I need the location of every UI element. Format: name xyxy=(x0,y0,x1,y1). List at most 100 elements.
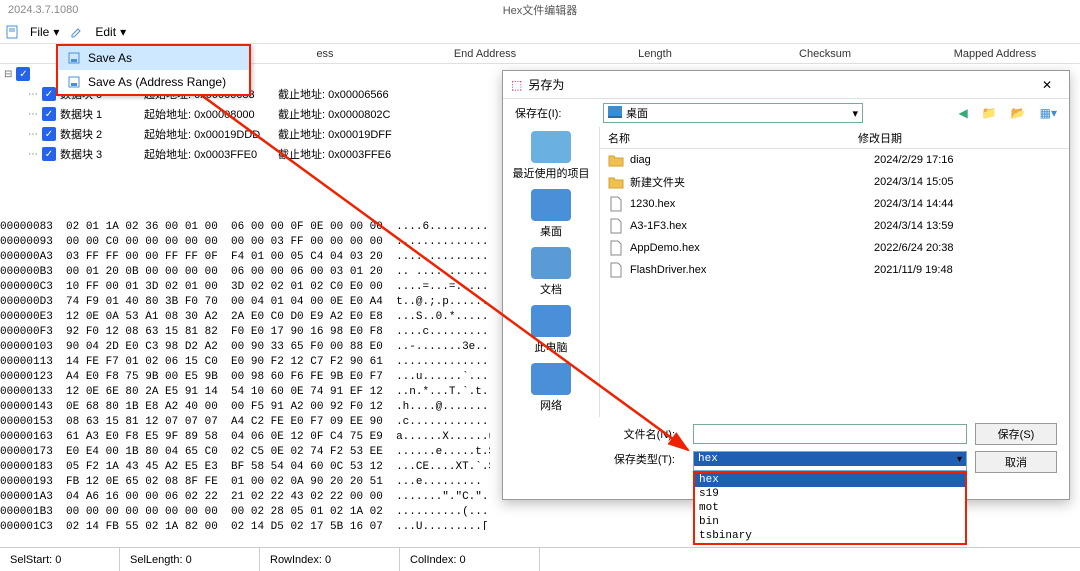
save-as-dialog: ⬚ 另存为 ✕ 保存在(I): 桌面 ▾ ◀ 📁 📂 ▦▾ 最近使用的项目 桌面 xyxy=(502,70,1070,500)
filename-input[interactable] xyxy=(693,424,967,444)
tree-row[interactable]: ⋯✓数据块 1起始地址: 0x00008000截止地址: 0x0000802C xyxy=(0,104,480,124)
block-label: 数据块 2 xyxy=(60,126,140,142)
side-desktop[interactable]: 桌面 xyxy=(531,189,571,239)
filetype-label: 保存类型(T): xyxy=(515,451,685,467)
cancel-button[interactable]: 取消 xyxy=(975,451,1057,473)
new-folder-icon[interactable]: 📂 xyxy=(1011,106,1026,120)
dialog-titlebar[interactable]: ⬚ 另存为 ✕ xyxy=(503,71,1069,99)
file-icon xyxy=(4,24,20,40)
side-pc[interactable]: 此电脑 xyxy=(531,305,571,355)
close-button[interactable]: ✕ xyxy=(1033,75,1061,95)
save-as-item[interactable]: Save As xyxy=(58,46,249,70)
file-date: 2024/3/14 15:05 xyxy=(874,176,954,188)
file-name: AppDemo.hex xyxy=(630,242,874,254)
file-row[interactable]: diag2024/2/29 17:16 xyxy=(600,149,1069,171)
save-as-range-label: Save As (Address Range) xyxy=(88,75,226,89)
save-button[interactable]: 保存(S) xyxy=(975,423,1057,445)
filetype-value: hex xyxy=(694,452,966,466)
version-label: 2024.3.7.1080 xyxy=(8,4,78,16)
folder-icon xyxy=(608,175,624,189)
status-sellength: SelLength: 0 xyxy=(120,548,260,571)
side-docs[interactable]: 文档 xyxy=(531,247,571,297)
dialog-sidebar: 最近使用的项目 桌面 文档 此电脑 网络 xyxy=(503,127,599,417)
nav-back-icon[interactable]: ◀ xyxy=(958,106,967,120)
filetype-option[interactable]: hex xyxy=(695,473,965,487)
file-row[interactable]: 新建文件夹2024/3/14 15:05 xyxy=(600,171,1069,193)
block-label: 数据块 1 xyxy=(60,106,140,122)
file-date: 2021/11/9 19:48 xyxy=(874,264,953,276)
save-in-label: 保存在(I): xyxy=(515,105,595,121)
status-selstart: SelStart: 0 xyxy=(0,548,120,571)
status-rowindex: RowIndex: 0 xyxy=(260,548,400,571)
tree-row[interactable]: ⋯✓数据块 2起始地址: 0x00019DDD截止地址: 0x00019DFF xyxy=(0,124,480,144)
save-in-value: 桌面 xyxy=(626,105,648,121)
file-icon xyxy=(608,219,624,233)
col-length: Length xyxy=(570,48,740,60)
hex-dump[interactable]: 00000083 02 01 1A 02 36 00 01 00 06 00 0… xyxy=(0,220,490,530)
end-addr: 截止地址: 0x0000802C xyxy=(278,106,428,122)
row-checkbox[interactable]: ✓ xyxy=(42,127,56,141)
filetype-option[interactable]: mot xyxy=(695,501,965,515)
file-date: 2024/3/14 14:44 xyxy=(874,198,954,210)
filename-label: 文件名(N): xyxy=(515,426,685,442)
save-as-label: Save As xyxy=(88,51,132,65)
block-label: 数据块 3 xyxy=(60,146,140,162)
file-name: FlashDriver.hex xyxy=(630,264,874,276)
file-row[interactable]: 1230.hex2024/3/14 14:44 xyxy=(600,193,1069,215)
filetype-option[interactable]: s19 xyxy=(695,487,965,501)
filetype-dropdown: hexs19motbintsbinary xyxy=(693,471,967,545)
menu-file[interactable]: File ▾ xyxy=(22,23,67,41)
side-network[interactable]: 网络 xyxy=(531,363,571,413)
end-addr: 截止地址: 0x00006566 xyxy=(278,86,428,102)
file-dropdown: Save As Save As (Address Range) xyxy=(56,44,251,96)
file-row[interactable]: AppDemo.hex2022/6/24 20:38 xyxy=(600,237,1069,259)
start-addr: 起始地址: 0x0003FFE0 xyxy=(144,146,274,162)
save-as-range-item[interactable]: Save As (Address Range) xyxy=(58,70,249,94)
chevron-down-icon: ▾ xyxy=(957,454,962,465)
row-checkbox[interactable]: ✓ xyxy=(42,107,56,121)
col-end: End Address xyxy=(400,48,570,60)
file-row[interactable]: A3-1F3.hex2024/3/14 13:59 xyxy=(600,215,1069,237)
menu-edit[interactable]: Edit ▾ xyxy=(87,23,134,41)
file-name: 新建文件夹 xyxy=(630,174,874,190)
col-filename[interactable]: 名称 xyxy=(608,130,858,146)
file-icon xyxy=(608,263,624,277)
dialog-title: 另存为 xyxy=(528,76,1033,93)
file-date: 2022/6/24 20:38 xyxy=(874,242,954,254)
col-filedate[interactable]: 修改日期 xyxy=(858,130,978,146)
col-mapped: Mapped Address xyxy=(910,48,1080,60)
filetype-combo[interactable]: hex ▾ hexs19motbintsbinary xyxy=(693,451,967,471)
col-checksum: Checksum xyxy=(740,48,910,60)
chevron-down-icon: ▾ xyxy=(852,107,858,120)
app-logo-icon: ⬚ xyxy=(511,78,522,92)
save-icon xyxy=(66,50,82,66)
file-date: 2024/2/29 17:16 xyxy=(874,154,954,166)
row-checkbox[interactable]: ✓ xyxy=(42,147,56,161)
edit-icon xyxy=(69,24,85,40)
end-addr: 截止地址: 0x00019DFF xyxy=(278,126,428,142)
col-start: ess xyxy=(250,48,400,60)
start-addr: 起始地址: 0x00008000 xyxy=(144,106,274,122)
status-colindex: ColIndex: 0 xyxy=(400,548,540,571)
app-title: Hex文件编辑器 xyxy=(503,2,578,18)
file-name: diag xyxy=(630,154,874,166)
end-addr: 截止地址: 0x0003FFE6 xyxy=(278,146,428,162)
row-checkbox[interactable]: ✓ xyxy=(42,87,56,101)
filetype-option[interactable]: tsbinary xyxy=(695,529,965,543)
file-name: 1230.hex xyxy=(630,198,874,210)
filetype-option[interactable]: bin xyxy=(695,515,965,529)
folder-icon xyxy=(608,153,624,167)
file-icon xyxy=(608,197,624,211)
side-recent[interactable]: 最近使用的项目 xyxy=(513,131,590,181)
view-icon[interactable]: ▦▾ xyxy=(1040,106,1057,120)
title-bar: 2024.3.7.1080 Hex文件编辑器 xyxy=(0,0,1080,20)
save-range-icon xyxy=(66,74,82,90)
save-in-combo[interactable]: 桌面 ▾ xyxy=(603,103,863,123)
file-row[interactable]: FlashDriver.hex2021/11/9 19:48 xyxy=(600,259,1069,281)
start-addr: 起始地址: 0x00019DDD xyxy=(144,126,274,142)
nav-up-icon[interactable]: 📁 xyxy=(982,106,997,120)
root-checkbox[interactable]: ✓ xyxy=(16,67,30,81)
tree-row[interactable]: ⋯✓数据块 3起始地址: 0x0003FFE0截止地址: 0x0003FFE6 xyxy=(0,144,480,164)
status-bar: SelStart: 0 SelLength: 0 RowIndex: 0 Col… xyxy=(0,547,1080,571)
file-name: A3-1F3.hex xyxy=(630,220,874,232)
